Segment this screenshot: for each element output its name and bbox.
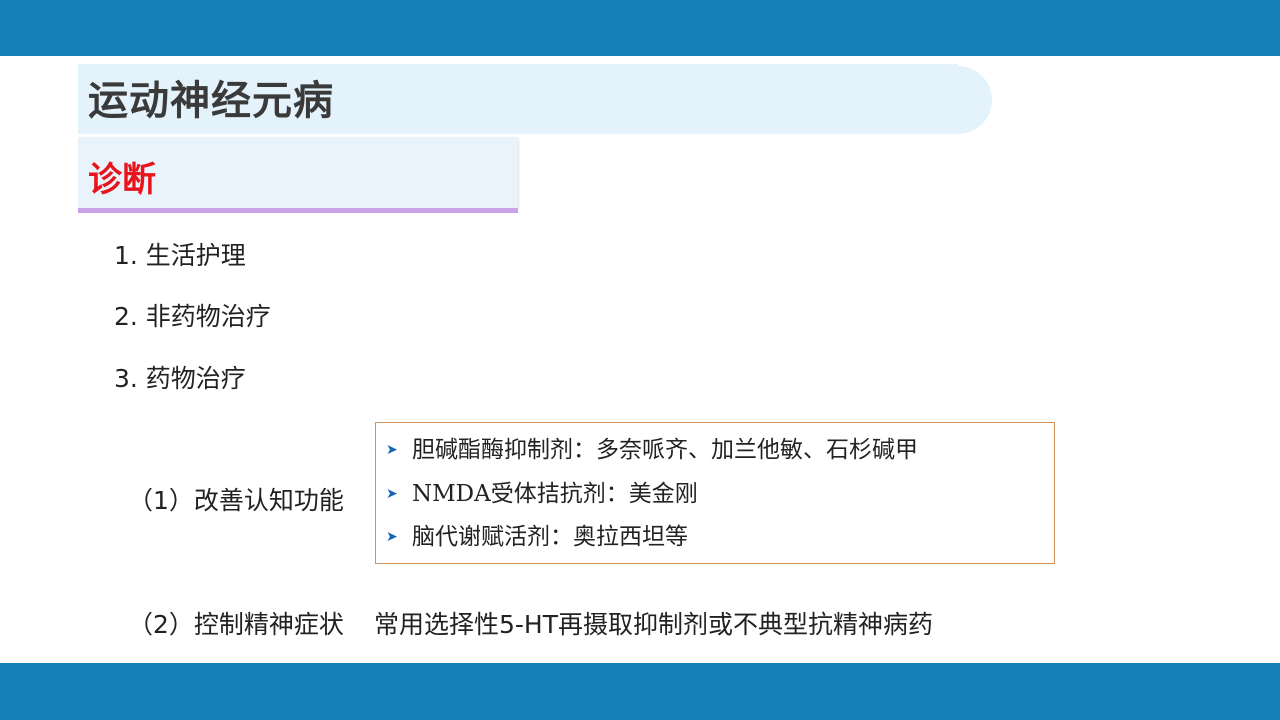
- bottom-banner: [0, 663, 1280, 720]
- drug-list-box: ➤ 胆碱酯酶抑制剂：多奈哌齐、加兰他敏、石杉碱甲 ➤ NMDA 受体拮抗剂：美金…: [375, 422, 1055, 564]
- drug-row: ➤ 脑代谢赋活剂：奥拉西坦等: [386, 522, 688, 552]
- list-item-life-care: 1. 生活护理: [114, 241, 246, 270]
- arrow-bullet-icon: ➤: [386, 529, 398, 545]
- title-band-cap: [916, 66, 992, 134]
- list-item-non-drug-therapy: 2. 非药物治疗: [114, 302, 271, 331]
- top-banner: [0, 0, 1280, 56]
- psychiatric-description: 常用选择性5-HT再摄取抑制剂或不典型抗精神病药: [374, 610, 933, 639]
- arrow-bullet-icon: ➤: [386, 442, 398, 458]
- drug-row: ➤ 胆碱酯酶抑制剂：多奈哌齐、加兰他敏、石杉碱甲: [386, 435, 918, 465]
- drug-text: 脑代谢赋活剂：奥拉西坦等: [412, 524, 688, 550]
- subtitle-underline: [78, 208, 518, 213]
- drug-text-lead: NMDA: [412, 481, 491, 507]
- page-title: 运动神经元病: [88, 78, 334, 124]
- arrow-bullet-icon: ➤: [386, 486, 398, 502]
- drug-row: ➤ NMDA 受体拮抗剂：美金刚: [386, 479, 698, 509]
- section-subtitle: 诊断: [88, 160, 156, 200]
- sub-item-cognition: （1）改善认知功能: [128, 486, 344, 515]
- drug-text: 胆碱酯酶抑制剂：多奈哌齐、加兰他敏、石杉碱甲: [412, 437, 918, 463]
- drug-text: 受体拮抗剂：美金刚: [490, 481, 698, 507]
- list-item-drug-therapy: 3. 药物治疗: [114, 364, 246, 393]
- sub-item-psychiatric: （2）控制精神症状: [128, 610, 344, 639]
